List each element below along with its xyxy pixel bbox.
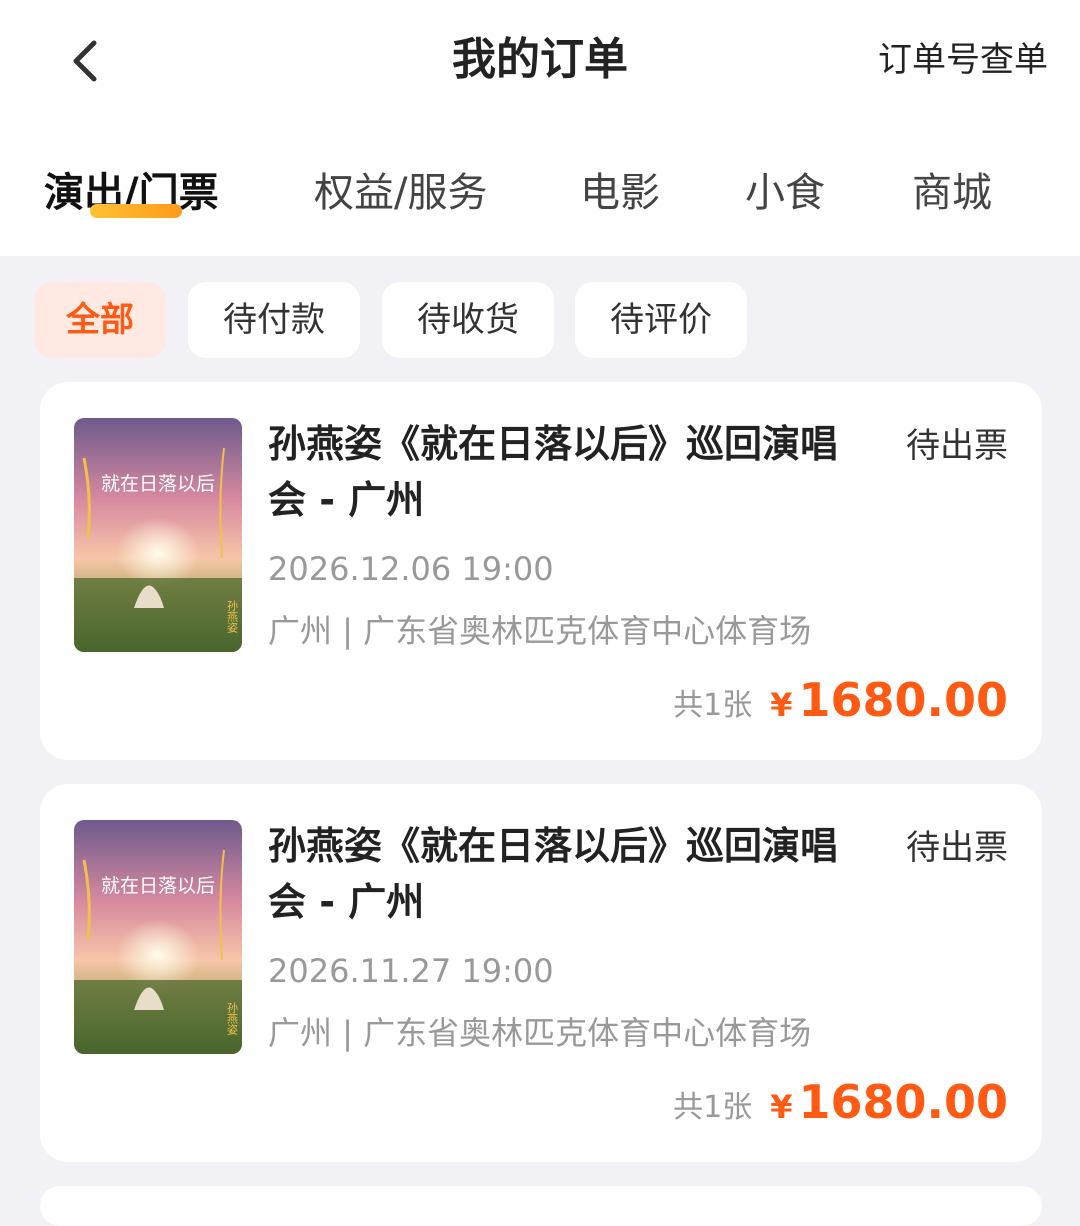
ticket-count: 共1张 bbox=[673, 1090, 753, 1125]
poster-title: 就在日落以后 bbox=[101, 473, 215, 495]
order-card[interactable]: 就在日落以后 孙燕姿 孙燕姿《就在日落以后》巡回演唱会 - 广州 待出票 202… bbox=[40, 784, 1042, 1162]
order-status: 待出票 bbox=[906, 426, 1008, 466]
event-poster: 就在日落以后 孙燕姿 bbox=[74, 820, 242, 1054]
event-title: 孙燕姿《就在日落以后》巡回演唱会 - 广州 bbox=[268, 422, 839, 522]
price-row: 共1张 ¥ 1680.00 bbox=[673, 668, 1008, 728]
order-lookup-link[interactable]: 订单号查单 bbox=[878, 36, 1048, 84]
poster-title: 就在日落以后 bbox=[101, 875, 215, 897]
ticket-count: 共1张 bbox=[673, 688, 753, 723]
event-datetime: 2026.12.06 19:00 bbox=[268, 550, 554, 588]
event-venue: 广州 | 广东省奥林匹克体育中心体育场 bbox=[268, 1014, 812, 1052]
order-amount: 1680.00 bbox=[798, 1075, 1008, 1129]
tab-benefits-services[interactable]: 权益/服务 bbox=[314, 165, 487, 221]
tab-snacks[interactable]: 小食 bbox=[745, 165, 825, 221]
event-poster: 就在日落以后 孙燕姿 bbox=[74, 418, 242, 652]
filter-pending-receipt[interactable]: 待收货 bbox=[382, 282, 554, 358]
filter-pending-review[interactable]: 待评价 bbox=[575, 282, 747, 358]
event-datetime: 2026.11.27 19:00 bbox=[268, 952, 554, 990]
tabs-scroll-fade bbox=[1030, 160, 1080, 230]
active-tab-indicator bbox=[90, 204, 182, 218]
order-card[interactable]: 就在日落以后 孙燕姿 孙燕姿《就在日落以后》巡回演唱会 - 广州 待出票 202… bbox=[40, 382, 1042, 760]
poster-artist: 孙燕姿 bbox=[226, 1002, 239, 1035]
filter-pending-payment[interactable]: 待付款 bbox=[188, 282, 360, 358]
price-row: 共1张 ¥ 1680.00 bbox=[673, 1070, 1008, 1130]
order-status: 待出票 bbox=[906, 828, 1008, 868]
currency-symbol: ¥ bbox=[770, 686, 793, 724]
order-card[interactable] bbox=[40, 1186, 1042, 1226]
filter-all[interactable]: 全部 bbox=[34, 282, 166, 358]
tab-movies[interactable]: 电影 bbox=[580, 165, 660, 221]
event-title: 孙燕姿《就在日落以后》巡回演唱会 - 广州 bbox=[268, 824, 839, 924]
tab-mall[interactable]: 商城 bbox=[912, 165, 992, 221]
event-venue: 广州 | 广东省奥林匹克体育中心体育场 bbox=[268, 612, 812, 650]
status-filters: 全部 待付款 待收货 待评价 bbox=[0, 282, 1080, 358]
currency-symbol: ¥ bbox=[770, 1088, 793, 1126]
poster-artist: 孙燕姿 bbox=[226, 600, 239, 633]
order-amount: 1680.00 bbox=[798, 673, 1008, 727]
